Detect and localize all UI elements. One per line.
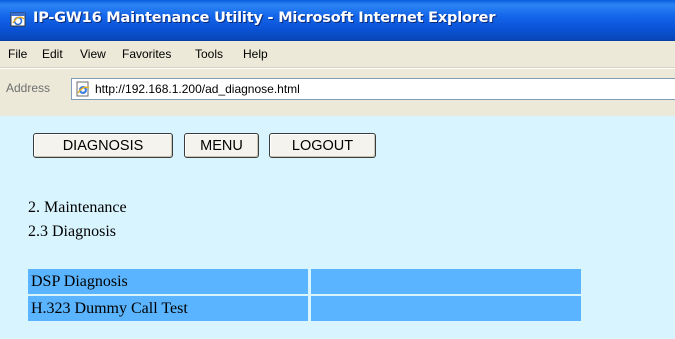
address-bar: Address http://192.168.1.200/ad_diagnose… — [0, 68, 675, 116]
menu-view[interactable]: View — [80, 47, 106, 61]
dsp-diagnosis-link[interactable]: DSP Diagnosis — [28, 269, 308, 294]
table-row: DSP Diagnosis — [28, 269, 581, 294]
section-heading: 2. Maintenance — [28, 199, 127, 216]
table-cell-empty — [311, 269, 581, 294]
address-input[interactable]: http://192.168.1.200/ad_diagnose.html — [71, 78, 675, 100]
title-bar: IP-GW16 Maintenance Utility - Microsoft … — [0, 0, 675, 41]
subsection-heading: 2.3 Diagnosis — [28, 223, 116, 240]
menu-edit[interactable]: Edit — [42, 47, 63, 61]
browser-window: IP-GW16 Maintenance Utility - Microsoft … — [0, 0, 675, 339]
menu-bar: File Edit View Favorites Tools Help — [0, 41, 675, 68]
address-label: Address — [6, 81, 51, 95]
window-title: IP-GW16 Maintenance Utility - Microsoft … — [33, 10, 496, 26]
table-cell-empty — [311, 296, 581, 321]
address-url: http://192.168.1.200/ad_diagnose.html — [95, 82, 300, 96]
menu-tools[interactable]: Tools — [195, 47, 223, 61]
diagnosis-table: DSP Diagnosis H.323 Dummy Call Test — [28, 269, 581, 323]
ie-window-icon — [10, 12, 26, 27]
table-row: H.323 Dummy Call Test — [28, 296, 581, 321]
h323-dummy-call-test-link[interactable]: H.323 Dummy Call Test — [28, 296, 308, 321]
menu-help[interactable]: Help — [243, 47, 268, 61]
logout-button[interactable]: LOGOUT — [269, 133, 376, 158]
page-content: DIAGNOSIS MENU LOGOUT 2. Maintenance 2.3… — [0, 116, 675, 339]
menu-favorites[interactable]: Favorites — [122, 47, 171, 61]
menu-file[interactable]: File — [8, 47, 27, 61]
diagnosis-button[interactable]: DIAGNOSIS — [33, 133, 173, 158]
ie-page-icon — [76, 81, 90, 97]
menu-button[interactable]: MENU — [184, 133, 259, 158]
